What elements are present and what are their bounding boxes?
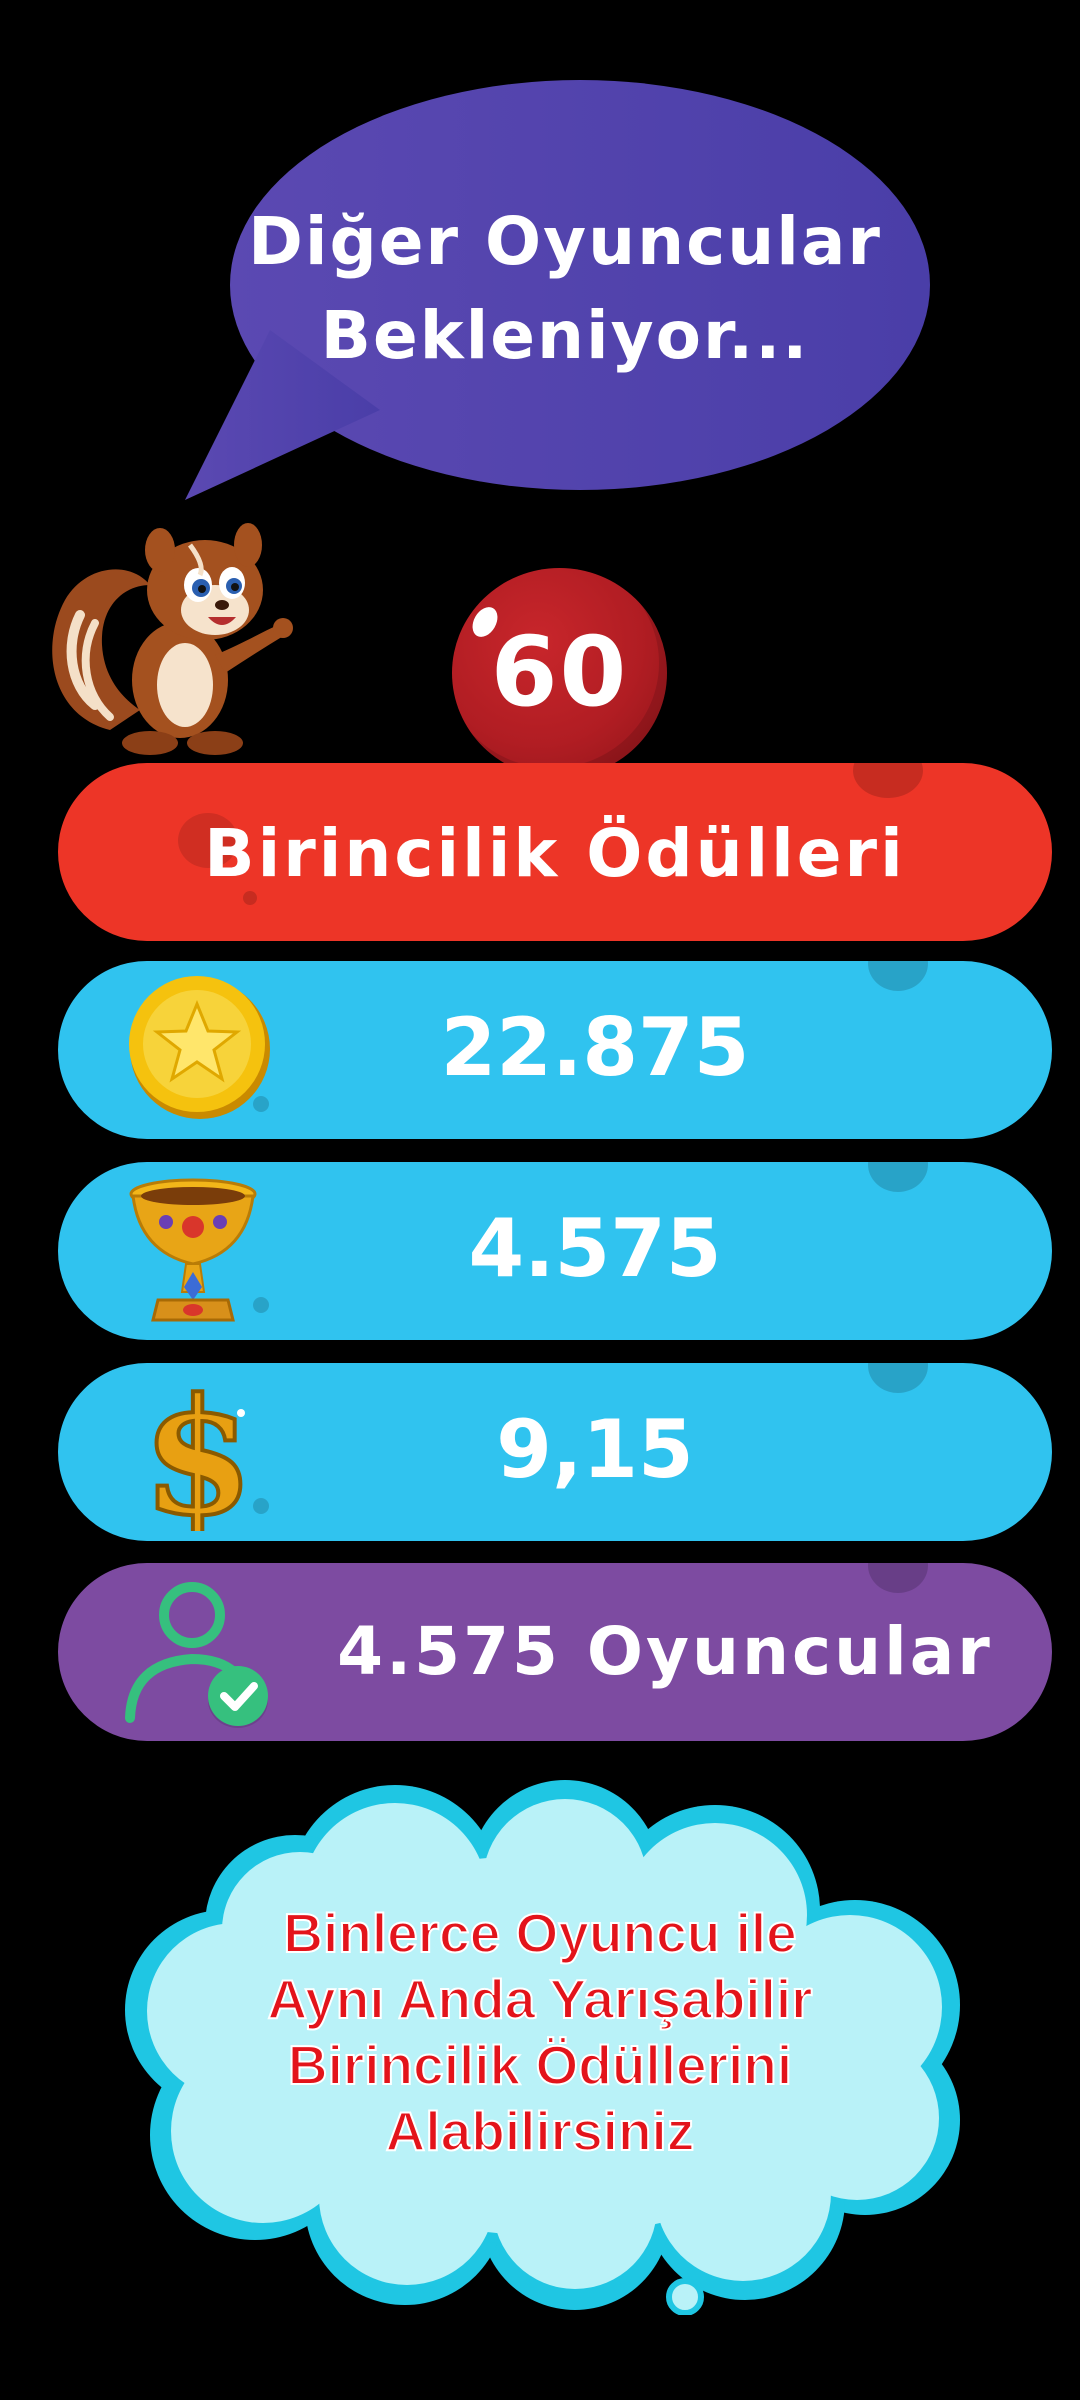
decor-dot xyxy=(868,961,928,991)
status-line-2: Bekleniyor... xyxy=(320,297,810,374)
countdown-timer: 60 xyxy=(452,568,667,778)
promo-message: Binlerce Oyuncu ile Aynı Anda Yarışabili… xyxy=(160,1900,920,2164)
decor-dot xyxy=(868,1162,928,1192)
timer-value: 60 xyxy=(490,616,629,728)
status-line-1: Diğer Oyuncular xyxy=(248,203,882,280)
reward-row-coins: 22.875 xyxy=(58,961,1052,1139)
decor-dot xyxy=(868,1563,928,1593)
promo-line-1: Binlerce Oyuncu ile xyxy=(282,1901,798,1965)
promo-line-3: Birincilik Ödüllerini xyxy=(287,2033,793,2097)
decor-dot xyxy=(243,891,257,905)
reward-row-players: 4.575 Oyuncular xyxy=(58,1563,1052,1741)
rewards-title: Birincilik Ödülleri xyxy=(204,815,906,892)
trophy-value: 4.575 xyxy=(468,1202,722,1295)
decor-dot xyxy=(853,763,923,798)
promo-line-4: Alabilirsiniz xyxy=(385,2099,696,2163)
reward-row-cash: $ 9,15 xyxy=(58,1363,1052,1541)
decor-dot xyxy=(868,1363,928,1393)
promo-line-2: Aynı Anda Yarışabilir xyxy=(266,1967,813,2031)
squirrel-mascot-icon xyxy=(52,523,293,755)
players-value: 4.575 Oyuncular xyxy=(337,1613,993,1690)
waiting-status-text: Diğer Oyuncular Bekleniyor... xyxy=(200,195,930,383)
first-place-rewards-header: Birincilik Ödülleri xyxy=(58,763,1052,941)
reward-row-trophy: 4.575 xyxy=(58,1162,1052,1340)
cash-value: 9,15 xyxy=(496,1403,694,1496)
coins-value: 22.875 xyxy=(440,1001,750,1094)
